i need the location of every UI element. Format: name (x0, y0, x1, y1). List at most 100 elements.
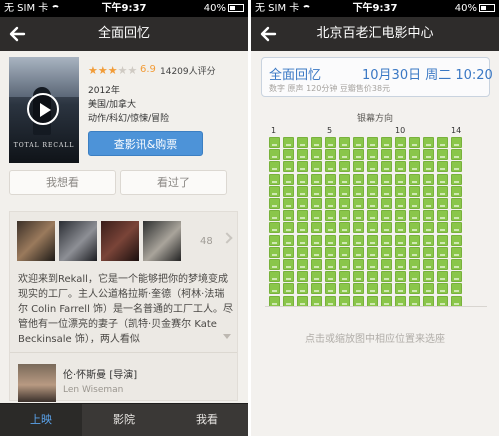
seat-available[interactable] (367, 234, 378, 246)
seat-available[interactable] (451, 161, 462, 173)
seat-available[interactable] (423, 295, 434, 307)
seat-available[interactable] (269, 185, 280, 197)
seat-available[interactable] (409, 295, 420, 307)
seen-it-button[interactable]: 看过了 (120, 170, 227, 195)
seat-available[interactable] (297, 295, 308, 307)
seat-available[interactable] (367, 198, 378, 209)
seat-available[interactable] (325, 161, 336, 173)
seat-available[interactable] (367, 222, 378, 234)
want-to-see-button[interactable]: 我想看 (9, 170, 116, 195)
seat-available[interactable] (297, 222, 308, 234)
play-trailer-icon[interactable] (27, 93, 59, 125)
seat-available[interactable] (409, 149, 420, 161)
seat-available[interactable] (283, 173, 294, 185)
seat-available[interactable] (451, 210, 462, 222)
seat-available[interactable] (353, 283, 364, 295)
seat-available[interactable] (325, 259, 336, 270)
seat-available[interactable] (395, 222, 406, 234)
seat-available[interactable] (367, 173, 378, 185)
seat-available[interactable] (269, 149, 280, 161)
seat-available[interactable] (353, 295, 364, 307)
seat-available[interactable] (339, 222, 350, 234)
seat-available[interactable] (311, 234, 322, 246)
seat-available[interactable] (283, 161, 294, 173)
seat-available[interactable] (325, 222, 336, 234)
seat-available[interactable] (311, 173, 322, 185)
seat-available[interactable] (297, 161, 308, 173)
seat-available[interactable] (437, 198, 448, 209)
seat-available[interactable] (353, 173, 364, 185)
seat-available[interactable] (269, 259, 280, 270)
seat-available[interactable] (339, 161, 350, 173)
seat-available[interactable] (423, 271, 434, 283)
seat-available[interactable] (339, 185, 350, 197)
seat-available[interactable] (339, 149, 350, 161)
seat-available[interactable] (381, 210, 392, 222)
seat-available[interactable] (395, 234, 406, 246)
seat-available[interactable] (451, 198, 462, 209)
seat-available[interactable] (395, 246, 406, 258)
seat-available[interactable] (451, 185, 462, 197)
seat-available[interactable] (353, 259, 364, 270)
seat-available[interactable] (339, 295, 350, 307)
seat-available[interactable] (409, 137, 420, 148)
seat-available[interactable] (409, 259, 420, 270)
seat-available[interactable] (353, 137, 364, 148)
seat-available[interactable] (269, 137, 280, 148)
seat-available[interactable] (311, 137, 322, 148)
seat-available[interactable] (353, 185, 364, 197)
seat-available[interactable] (367, 271, 378, 283)
seat-available[interactable] (325, 137, 336, 148)
seat-available[interactable] (325, 210, 336, 222)
seat-available[interactable] (381, 198, 392, 209)
seat-available[interactable] (353, 234, 364, 246)
director-avatar[interactable] (18, 364, 56, 402)
seat-available[interactable] (381, 271, 392, 283)
seat-available[interactable] (311, 185, 322, 197)
seat-available[interactable] (283, 271, 294, 283)
seat-available[interactable] (395, 295, 406, 307)
seat-available[interactable] (311, 246, 322, 258)
seat-available[interactable] (283, 234, 294, 246)
seat-available[interactable] (423, 246, 434, 258)
seat-available[interactable] (409, 246, 420, 258)
seat-available[interactable] (297, 185, 308, 197)
seat-available[interactable] (423, 259, 434, 270)
seat-available[interactable] (283, 259, 294, 270)
seat-available[interactable] (423, 161, 434, 173)
seat-available[interactable] (437, 161, 448, 173)
seat-available[interactable] (395, 259, 406, 270)
seat-available[interactable] (297, 198, 308, 209)
seat-available[interactable] (395, 137, 406, 148)
seat-available[interactable] (353, 222, 364, 234)
seat-available[interactable] (283, 198, 294, 209)
seat-available[interactable] (423, 149, 434, 161)
seat-available[interactable] (423, 283, 434, 295)
seat-map[interactable] (265, 135, 487, 307)
seat-available[interactable] (423, 222, 434, 234)
seat-available[interactable] (297, 149, 308, 161)
seat-available[interactable] (269, 234, 280, 246)
seat-available[interactable] (339, 246, 350, 258)
seat-available[interactable] (297, 234, 308, 246)
seat-available[interactable] (409, 283, 420, 295)
seat-available[interactable] (395, 271, 406, 283)
seat-available[interactable] (339, 283, 350, 295)
seat-available[interactable] (409, 198, 420, 209)
seat-available[interactable] (297, 246, 308, 258)
seat-available[interactable] (297, 210, 308, 222)
seat-available[interactable] (311, 210, 322, 222)
tab-my-watch[interactable]: 我看 (166, 404, 248, 436)
seat-available[interactable] (451, 246, 462, 258)
seat-available[interactable] (381, 295, 392, 307)
still-thumbnail[interactable] (101, 221, 139, 261)
seat-available[interactable] (269, 198, 280, 209)
seat-available[interactable] (353, 246, 364, 258)
seat-available[interactable] (339, 137, 350, 148)
seat-available[interactable] (325, 283, 336, 295)
seat-available[interactable] (339, 234, 350, 246)
seat-available[interactable] (409, 161, 420, 173)
seat-available[interactable] (311, 259, 322, 270)
seat-available[interactable] (451, 271, 462, 283)
seat-available[interactable] (325, 198, 336, 209)
